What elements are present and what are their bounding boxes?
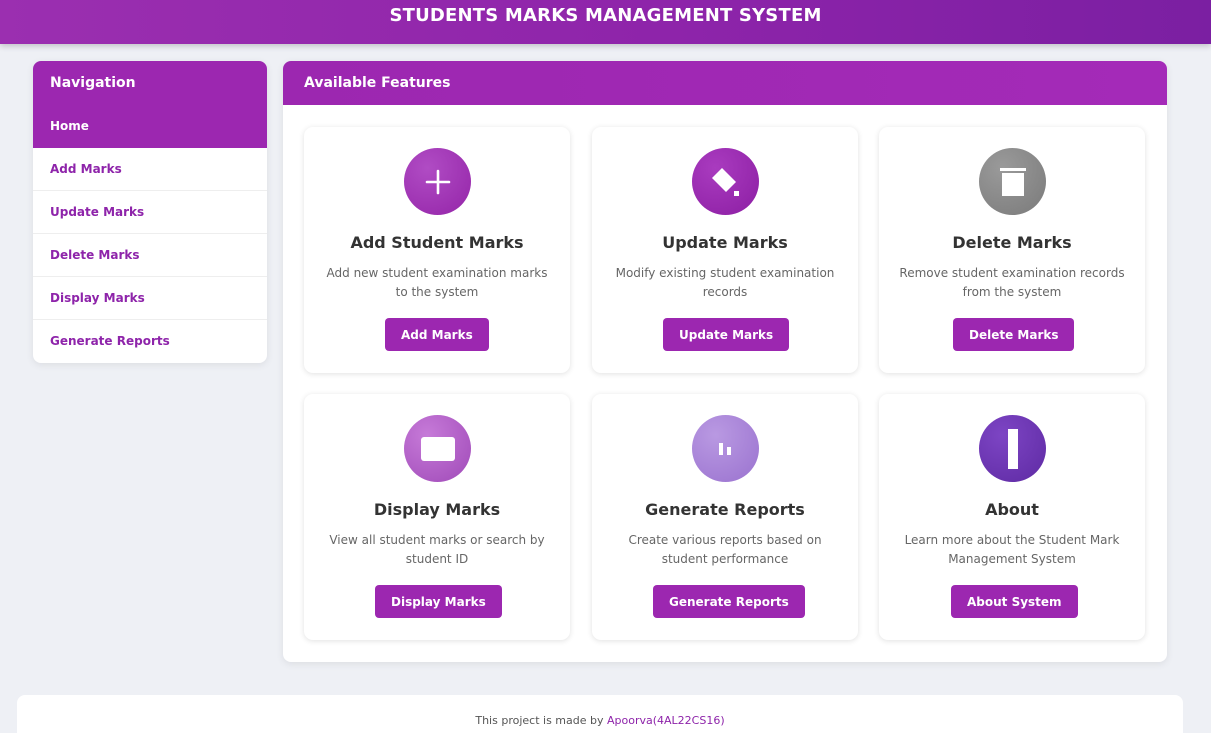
card-description: Learn more about the Student Mark Manage… xyxy=(904,533,1120,566)
chart-icon xyxy=(692,415,759,482)
sidebar-item-display-marks[interactable]: Display Marks xyxy=(33,277,267,320)
features-panel: Available Features Add Student Marks Add… xyxy=(283,61,1167,662)
app-header: STUDENTS MARKS MANAGEMENT SYSTEM xyxy=(0,0,1211,44)
footer-author-link[interactable]: Apoorva(4AL22CS16) xyxy=(607,714,725,727)
display-marks-button[interactable]: Display Marks xyxy=(375,585,502,618)
about-system-button[interactable]: About System xyxy=(951,585,1078,618)
sidebar-heading: Navigation xyxy=(33,61,267,105)
sidebar-item-delete-marks[interactable]: Delete Marks xyxy=(33,234,267,277)
plus-icon xyxy=(404,148,471,215)
card-title: Update Marks xyxy=(662,233,788,252)
sidebar-item-generate-reports[interactable]: Generate Reports xyxy=(33,320,267,363)
delete-marks-button[interactable]: Delete Marks xyxy=(953,318,1075,351)
footer: This project is made by Apoorva(4AL22CS1… xyxy=(17,695,1183,733)
features-heading: Available Features xyxy=(283,61,1167,105)
card-title: Delete Marks xyxy=(952,233,1072,252)
sidebar-nav: Navigation Home Add Marks Update Marks D… xyxy=(33,61,267,363)
generate-reports-button[interactable]: Generate Reports xyxy=(653,585,805,618)
card-title: Generate Reports xyxy=(645,500,805,519)
footer-text: This project is made by xyxy=(475,714,604,727)
card-description: View all student marks or search by stud… xyxy=(329,533,545,566)
card-description: Create various reports based on student … xyxy=(628,533,822,566)
card-title: Add Student Marks xyxy=(350,233,524,252)
card-title: Display Marks xyxy=(373,500,501,519)
delete-marks-card: Delete Marks Remove student examination … xyxy=(879,127,1145,373)
card-description: Remove student examination records from … xyxy=(899,266,1125,299)
trash-icon xyxy=(979,148,1046,215)
app-title: STUDENTS MARKS MANAGEMENT SYSTEM xyxy=(389,5,822,26)
sidebar-item-add-marks[interactable]: Add Marks xyxy=(33,148,267,191)
info-icon xyxy=(979,415,1046,482)
card-description: Modify existing student examination reco… xyxy=(615,266,835,299)
update-marks-card: Update Marks Modify existing student exa… xyxy=(592,127,858,373)
add-marks-button[interactable]: Add Marks xyxy=(385,318,489,351)
sidebar-item-update-marks[interactable]: Update Marks xyxy=(33,191,267,234)
generate-reports-card: Generate Reports Create various reports … xyxy=(592,394,858,640)
update-marks-button[interactable]: Update Marks xyxy=(663,318,790,351)
card-description: Add new student examination marks to the… xyxy=(326,266,548,299)
sidebar-item-home[interactable]: Home xyxy=(33,105,267,148)
display-marks-card: Display Marks View all student marks or … xyxy=(304,394,570,640)
edit-icon xyxy=(692,148,759,215)
card-title: About xyxy=(985,500,1039,519)
about-card: About Learn more about the Student Mark … xyxy=(879,394,1145,640)
add-marks-card: Add Student Marks Add new student examin… xyxy=(304,127,570,373)
display-icon xyxy=(404,415,471,482)
